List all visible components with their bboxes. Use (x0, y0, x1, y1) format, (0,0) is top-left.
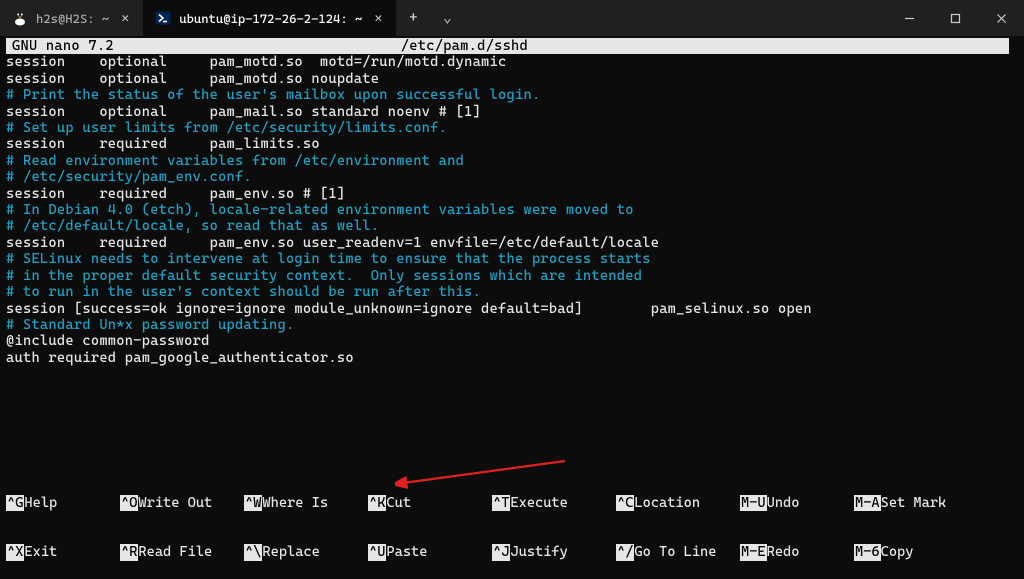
file-line: session optional pam_mail.so standard no… (6, 104, 481, 120)
new-tab-button[interactable]: + (396, 0, 430, 36)
shortcut-key: ^O (120, 495, 138, 511)
shortcut-key: ^X (6, 544, 24, 560)
file-comment: # Standard Un*x password updating. (6, 317, 294, 333)
shortcut-label: Help (24, 495, 57, 511)
nano-header: GNU nano 7.2 /etc/pam.d/sshd (6, 38, 1009, 54)
shortcut-label: Justify (510, 544, 567, 560)
shortcut-key: ^K (368, 495, 386, 511)
shortcut-row: ^X Exit ^R Read File ^\ Replace ^U Paste… (6, 544, 1016, 560)
shortcut-key: ^W (244, 495, 262, 511)
shortcut-label: Exit (24, 544, 57, 560)
tab-strip: h2s@H2S: ~ ✕ ubuntu@ip-172-26-2-124: ~ ✕… (0, 0, 464, 36)
shortcut-label: Cut (386, 495, 411, 511)
shortcut-label: Where Is (262, 495, 328, 511)
file-comment: # in the proper default security context… (6, 268, 642, 284)
terminal-pane[interactable]: GNU nano 7.2 /etc/pam.d/sshd session opt… (0, 36, 1024, 366)
maximize-button[interactable] (932, 0, 978, 36)
close-icon[interactable]: ✕ (117, 10, 133, 26)
file-comment: # SELinux needs to intervene at login ti… (6, 251, 651, 267)
shortcut-key: M-6 (854, 544, 881, 560)
plus-icon: + (409, 10, 417, 26)
shortcut-label: Undo (767, 495, 800, 511)
file-comment: # Read environment variables from /etc/e… (6, 153, 464, 169)
shortcut-label: Replace (262, 544, 319, 560)
nano-filename: /etc/pam.d/sshd (120, 38, 809, 54)
minimize-button[interactable] (886, 0, 932, 36)
window-titlebar: h2s@H2S: ~ ✕ ubuntu@ip-172-26-2-124: ~ ✕… (0, 0, 1024, 36)
shortcut-label: Write Out (138, 495, 212, 511)
file-comment: # Set up user limits from /etc/security/… (6, 120, 447, 136)
file-comment: # Print the status of the user's mailbox… (6, 87, 540, 103)
file-line: @include common-password (6, 333, 210, 349)
powershell-icon (155, 10, 171, 26)
tux-icon (12, 10, 28, 26)
shortcut-key: ^R (120, 544, 138, 560)
shortcut-key: ^C (616, 495, 634, 511)
shortcut-key: M-E (740, 544, 767, 560)
file-line: session required pam_env.so # [1] (6, 186, 345, 202)
shortcut-key: M-U (740, 495, 767, 511)
shortcut-label: Copy (881, 544, 914, 560)
shortcut-label: Execute (510, 495, 567, 511)
shortcut-key: ^J (492, 544, 510, 560)
file-line: session required pam_limits.so (6, 136, 320, 152)
shortcut-key: ^\ (244, 544, 262, 560)
file-comment: # /etc/default/locale, so read that as w… (6, 218, 379, 234)
tab-label: h2s@H2S: ~ (36, 11, 109, 26)
tab-active[interactable]: ubuntu@ip-172-26-2-124: ~ ✕ (143, 0, 396, 36)
tab-label: ubuntu@ip-172-26-2-124: ~ (179, 11, 362, 26)
shortcut-key: ^G (6, 495, 24, 511)
shortcut-label: Go To Line (634, 544, 716, 560)
shortcut-key: M-A (854, 495, 881, 511)
file-line: session [success=ok ignore=ignore module… (6, 301, 812, 317)
nano-shortcut-bar: ^G Help ^O Write Out ^W Where Is ^K Cut … (6, 462, 1016, 577)
file-comment: # to run in the user's context should be… (6, 284, 481, 300)
tab-inactive[interactable]: h2s@H2S: ~ ✕ (0, 0, 143, 36)
file-line: session optional pam_motd.so noupdate (6, 71, 379, 87)
shortcut-row: ^G Help ^O Write Out ^W Where Is ^K Cut … (6, 495, 1016, 511)
window-controls (886, 0, 1024, 36)
tab-dropdown[interactable]: ⌄ (430, 0, 464, 36)
file-comment: # In Debian 4.0 (etch), locale-related e… (6, 202, 634, 218)
file-line: session optional pam_motd.so motd=/run/m… (6, 54, 507, 70)
shortcut-label: Location (634, 495, 700, 511)
shortcut-label: Set Mark (881, 495, 947, 511)
file-line: auth required pam_google_authenticator.s… (6, 350, 354, 366)
shortcut-label: Read File (138, 544, 212, 560)
shortcut-label: Paste (386, 544, 427, 560)
file-line: session required pam_env.so user_readenv… (6, 235, 659, 251)
nano-version: GNU nano 7.2 (6, 38, 120, 54)
shortcut-key: ^U (368, 544, 386, 560)
shortcut-key: ^T (492, 495, 510, 511)
shortcut-label: Redo (767, 544, 800, 560)
chevron-down-icon: ⌄ (443, 10, 451, 26)
close-button[interactable] (978, 0, 1024, 36)
shortcut-key: ^/ (616, 544, 634, 560)
close-icon[interactable]: ✕ (370, 10, 386, 26)
file-comment: # /etc/security/pam_env.conf. (6, 169, 252, 185)
